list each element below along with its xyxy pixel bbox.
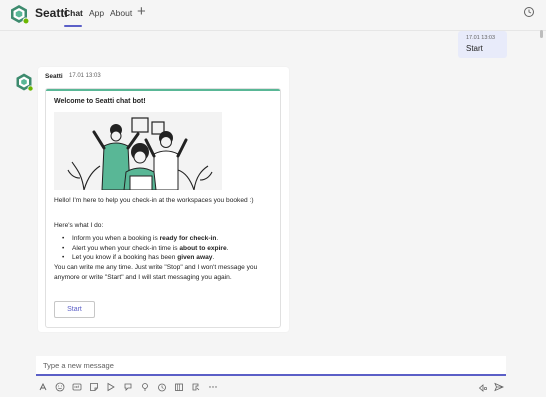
loop-icon[interactable]: [140, 379, 150, 391]
app-name: Seatti: [35, 6, 68, 20]
apps-icon[interactable]: [191, 379, 201, 391]
add-tab-button[interactable]: +: [137, 3, 146, 20]
list-item: Let you know if a booking has been given…: [62, 253, 272, 263]
sender-name: Seatti: [45, 73, 63, 80]
scrollbar-thumb[interactable]: [540, 30, 543, 38]
outro-text: You can write me any time. Just write "S…: [54, 264, 258, 281]
card-title: Welcome to Seatti chat bot!: [54, 98, 146, 105]
seatti-logo-icon[interactable]: [8, 3, 30, 25]
dictate-icon[interactable]: [478, 379, 488, 392]
popout-icon[interactable]: [523, 6, 535, 18]
emoji-icon[interactable]: [55, 379, 65, 392]
schedule-meeting-icon[interactable]: [106, 379, 116, 392]
sticker-icon[interactable]: [89, 379, 99, 391]
tab-app[interactable]: App: [89, 8, 104, 18]
message-input[interactable]: [43, 359, 493, 371]
feature-list: Inform you when a booking is ready for c…: [62, 234, 272, 263]
stream-icon[interactable]: [157, 379, 167, 392]
adaptive-card: Welcome to Seatti chat bot! Hello! I'm h…: [45, 88, 281, 328]
list-heading: Here's what I do:: [54, 222, 104, 229]
card-accent-bar: [46, 89, 280, 91]
tab-chat[interactable]: Chat: [64, 8, 83, 18]
message-timestamp: 17.01 13:03: [69, 73, 101, 79]
message-timestamp: 17.01 13:03: [466, 35, 496, 41]
active-tab-indicator: [64, 25, 82, 27]
gif-icon[interactable]: [72, 379, 82, 391]
list-item: Inform you when a booking is ready for c…: [62, 234, 272, 244]
start-button[interactable]: Start: [54, 301, 95, 318]
welcome-illustration: [54, 112, 222, 190]
compose-box[interactable]: [36, 356, 506, 376]
viva-icon[interactable]: [174, 379, 184, 391]
praise-icon[interactable]: [123, 379, 133, 391]
list-item: Alert you when your check-in time is abo…: [62, 244, 272, 254]
format-icon[interactable]: [38, 379, 48, 391]
send-icon[interactable]: [494, 379, 504, 392]
bot-message: Seatti 17.01 13:03 Welcome to Seatti cha…: [38, 67, 289, 332]
tab-about[interactable]: About: [110, 8, 132, 18]
message-text: Start: [466, 44, 483, 53]
bot-avatar-icon[interactable]: [14, 72, 34, 92]
app-header: Seatti Chat App About +: [0, 0, 546, 31]
my-message-bubble: 17.01 13:03 Start: [458, 31, 507, 58]
intro-text: Hello! I'm here to help you check-in at …: [54, 197, 254, 204]
more-icon[interactable]: [208, 379, 218, 389]
